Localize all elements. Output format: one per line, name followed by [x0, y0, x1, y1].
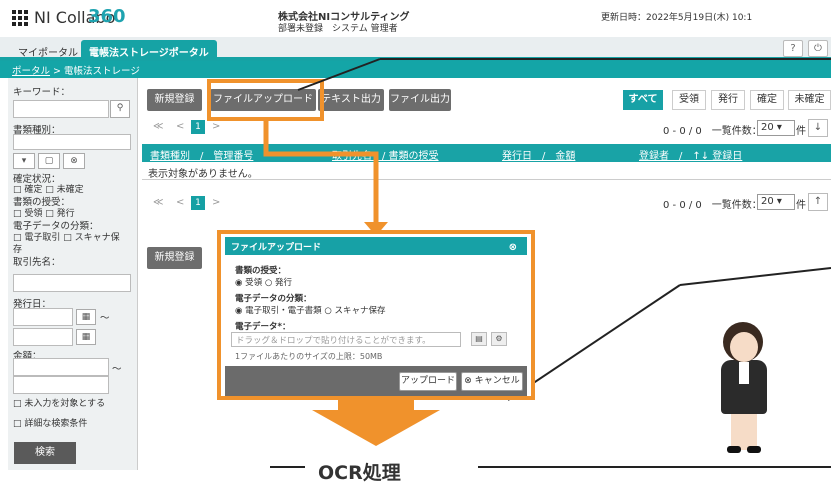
character-shoe	[727, 446, 741, 453]
dlg-edata-label: 電子データの分類：	[235, 294, 312, 304]
file-browse-icon[interactable]: ▤	[471, 332, 487, 346]
cancel-button[interactable]: ⊗ キャンセル	[461, 372, 523, 391]
file-drop-zone[interactable]: ドラッグ＆ドロップで貼り付けることができます。	[231, 332, 461, 347]
dialog-title-text: ファイルアップロード	[231, 243, 322, 253]
upload-button[interactable]: アップロード	[399, 372, 457, 391]
file-settings-icon[interactable]: ⚙	[491, 332, 507, 346]
close-icon[interactable]: ⊗	[509, 242, 517, 253]
character-shoe	[747, 446, 761, 453]
character-illustration	[731, 412, 757, 450]
dialog-footer: アップロード ⊗ キャンセル	[225, 366, 527, 396]
character-face	[730, 332, 758, 362]
upload-dialog: ファイルアップロード ⊗ 書類の授受： ◉ 受領 ○ 発行 電子データの分類： …	[217, 230, 535, 400]
dlg-transfer-label: 書類の授受：	[235, 266, 287, 276]
dialog-title: ファイルアップロード ⊗	[225, 237, 527, 255]
ocr-callout: OCR処理	[318, 462, 401, 484]
dlg-file-label: 電子データ*：	[235, 322, 291, 332]
character-shirt	[739, 362, 749, 384]
dlg-transfer-radios[interactable]: ◉ 受領 ○ 発行	[235, 276, 292, 288]
dlg-edata-radios[interactable]: ◉ 電子取引・電子書類 ○ スキャナ保存	[235, 304, 385, 316]
size-limit-note: 1ファイルあたりのサイズの上限：50MB	[235, 352, 383, 361]
